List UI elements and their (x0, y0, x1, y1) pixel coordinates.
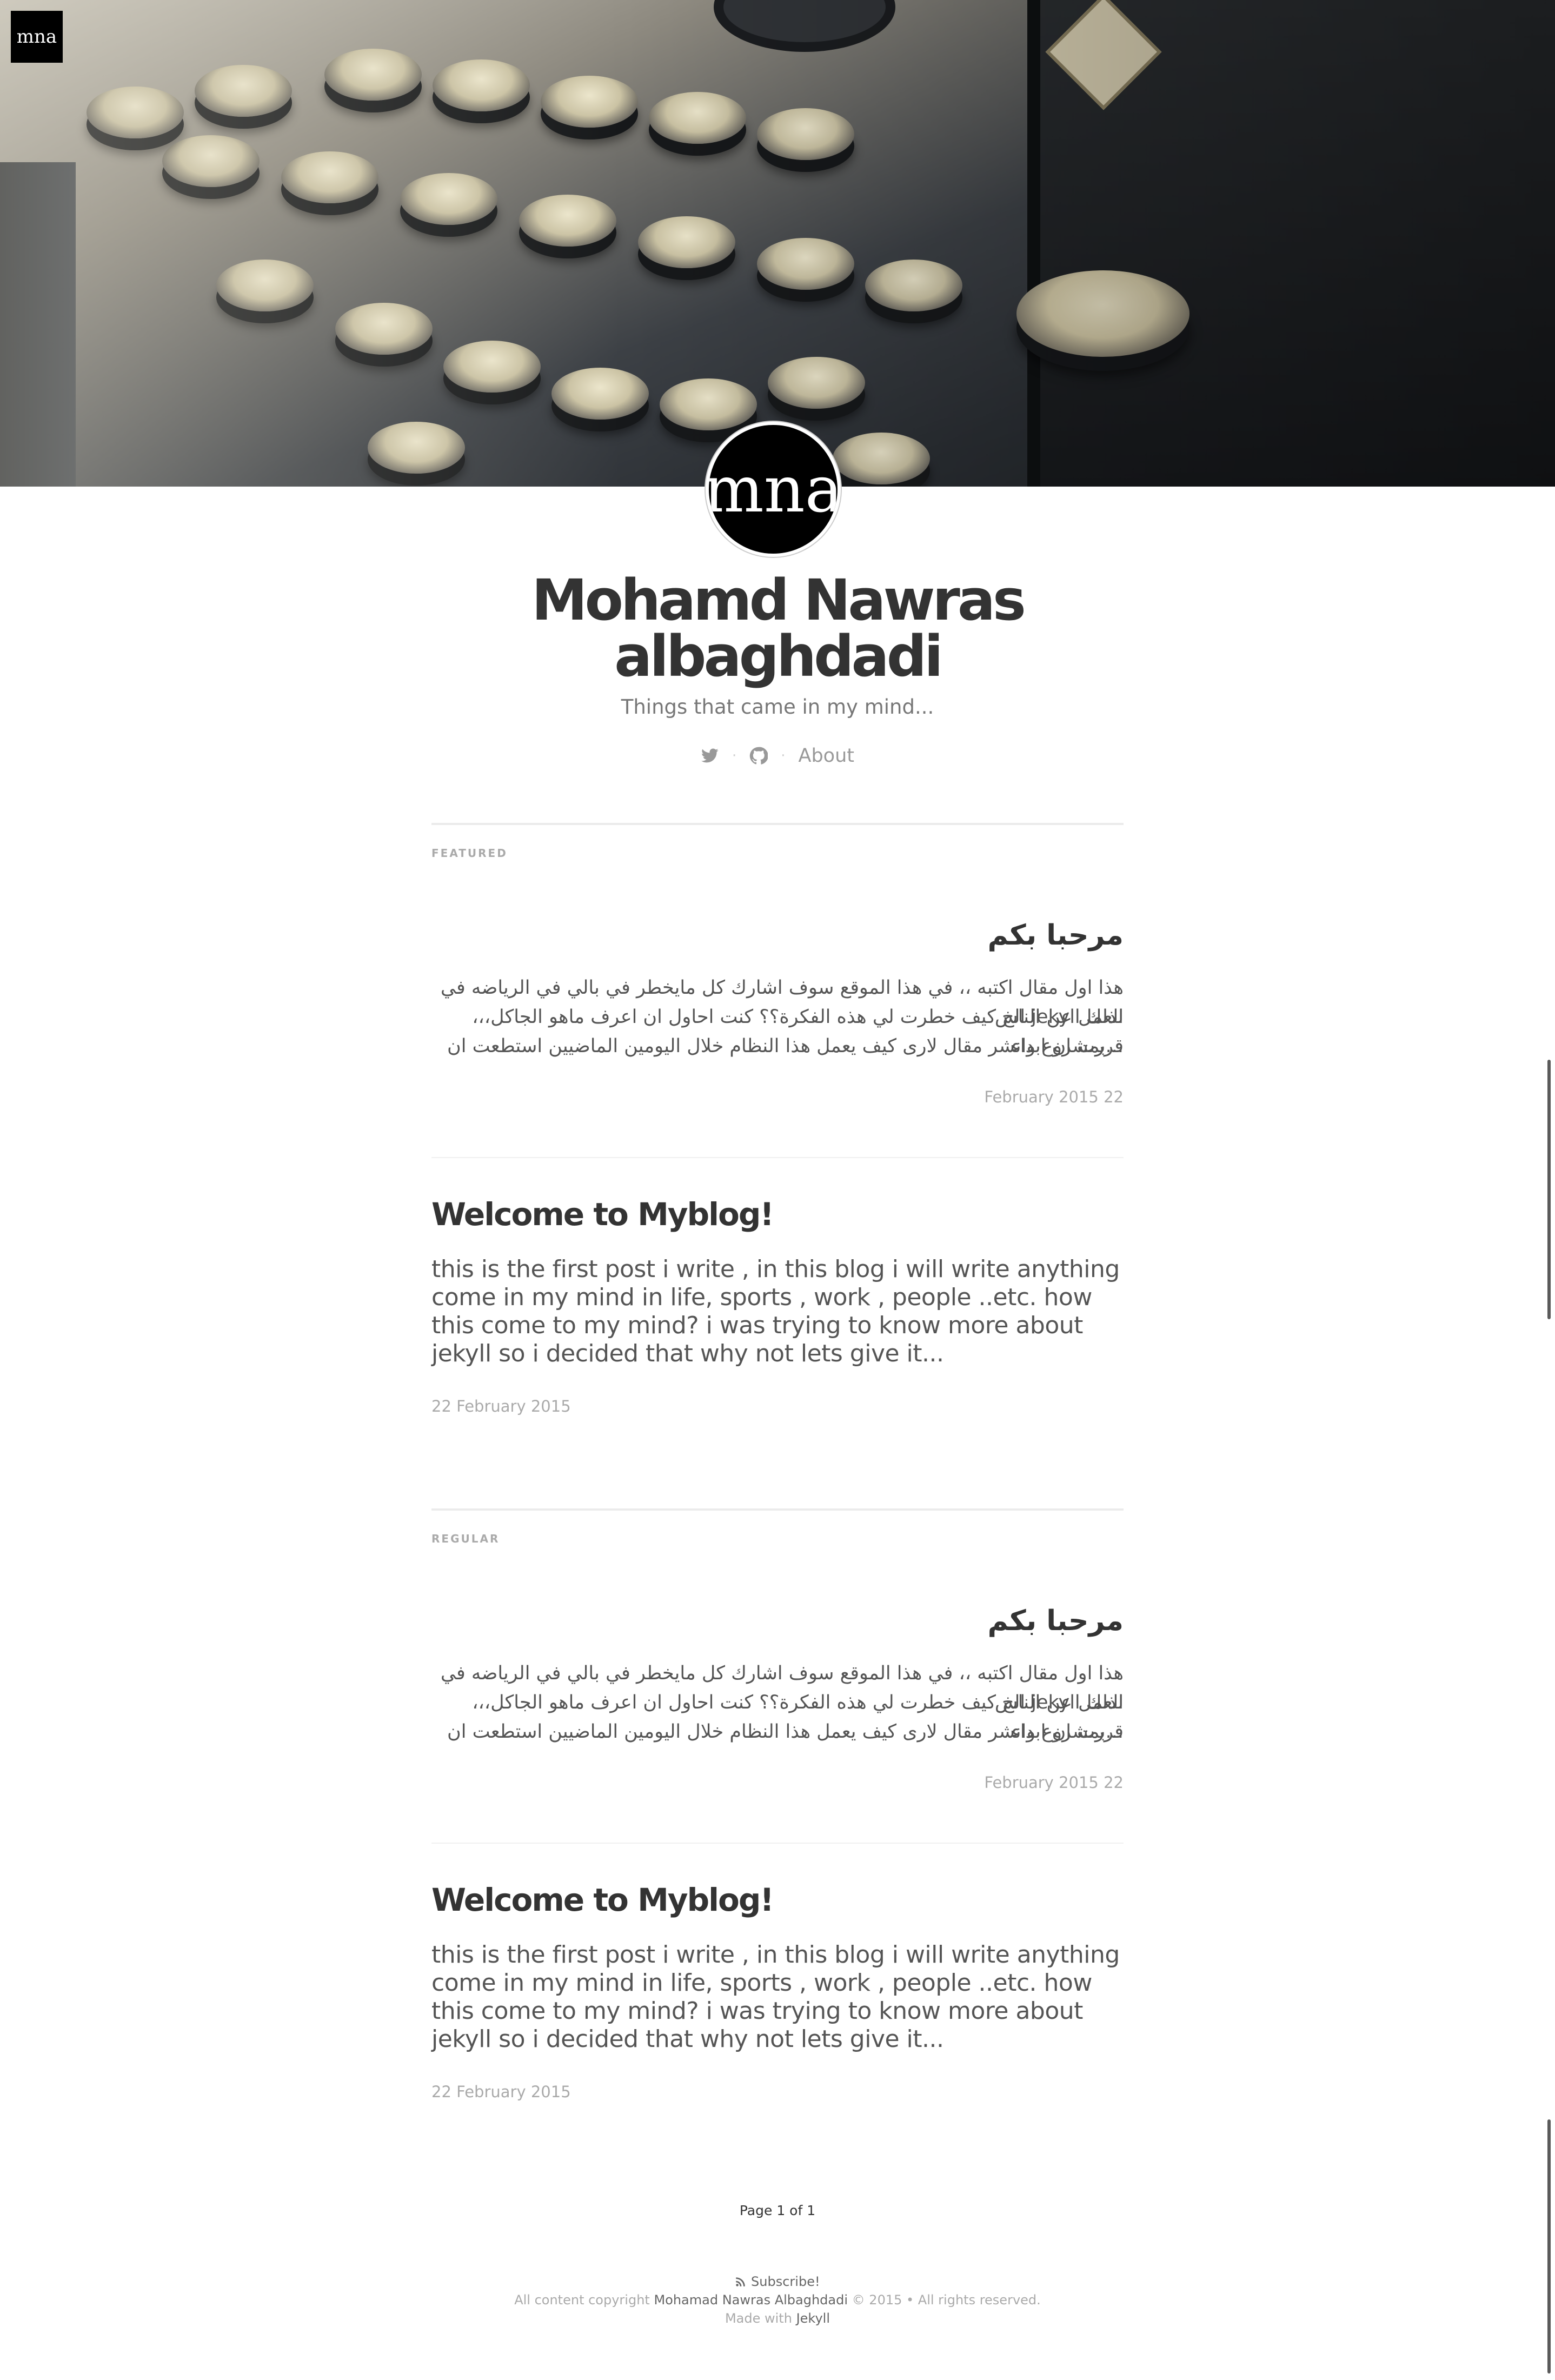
post-excerpt: this is the first post i write , in this… (431, 1941, 1120, 2053)
twitter-icon[interactable] (701, 747, 719, 765)
avatar: mna (706, 422, 841, 557)
site-logo[interactable]: mna (11, 11, 63, 63)
footer-made-with: Made with Jekyll (431, 2311, 1124, 2326)
post-excerpt: this is the first post i write , in this… (431, 1255, 1120, 1367)
nav-about-link[interactable]: About (799, 745, 854, 767)
copyright-prefix: All content copyright (514, 2292, 650, 2308)
post-excerpt-line: بمشروع وانشر مقال لارى كيف يعمل هذا النظ… (447, 1721, 1124, 1743)
pagination: Page 1 of 1 (739, 2203, 816, 2218)
footer-copyright: All content copyright Mohamad Nawras Alb… (431, 2292, 1124, 2308)
post-title[interactable]: Welcome to Myblog! (431, 1196, 1124, 1233)
footer-subscribe[interactable]: Subscribe! (431, 2274, 1124, 2289)
made-with-prefix: Made with (725, 2311, 792, 2326)
post-date: 22 February 2015 (431, 1397, 571, 1415)
post-excerpt-line: بمشروع وانشر مقال لارى كيف يعمل هذا النظ… (447, 1035, 1124, 1057)
blog-title: Mohamd Nawras albaghdadi (531, 567, 1026, 689)
copyright-suffix: © 2015 • All rights reserved. (852, 2292, 1041, 2308)
rss-icon (735, 2274, 751, 2289)
post-title[interactable]: Welcome to Myblog! (431, 1882, 1124, 1918)
copyright-author-link[interactable]: Mohamad Nawras Albaghdadi (654, 2292, 848, 2308)
jekyll-link[interactable]: Jekyll (796, 2311, 830, 2326)
post-divider (431, 1157, 1124, 1158)
section-divider (431, 1508, 1124, 1511)
site-logo-text: mna (16, 26, 57, 48)
post-title[interactable]: مرحبا بكم (431, 1605, 1124, 1637)
avatar-text: mna (706, 452, 841, 527)
regular-label: REGULAR (431, 1532, 500, 1545)
section-divider (431, 823, 1124, 825)
github-icon[interactable] (749, 747, 768, 765)
nav-separator: · (732, 748, 737, 764)
blog-description: Things that came in my mind... (621, 695, 934, 719)
post-divider (431, 1843, 1124, 1844)
social-nav: · · About (453, 745, 1102, 767)
post-date: February 2015 22 (984, 1773, 1124, 1792)
subscribe-link[interactable]: Subscribe! (751, 2274, 820, 2289)
hero-tint (0, 0, 1555, 487)
scrollbar-thumb[interactable] (1547, 2119, 1551, 2374)
post-date: February 2015 22 (984, 1088, 1124, 1106)
scrollbar-thumb[interactable] (1547, 1060, 1551, 1319)
post-date: 22 February 2015 (431, 2083, 571, 2101)
post-title[interactable]: مرحبا بكم (431, 919, 1124, 952)
hero-cover-image (0, 0, 1555, 487)
featured-label: FEATURED (431, 847, 508, 860)
nav-separator: · (781, 748, 786, 764)
